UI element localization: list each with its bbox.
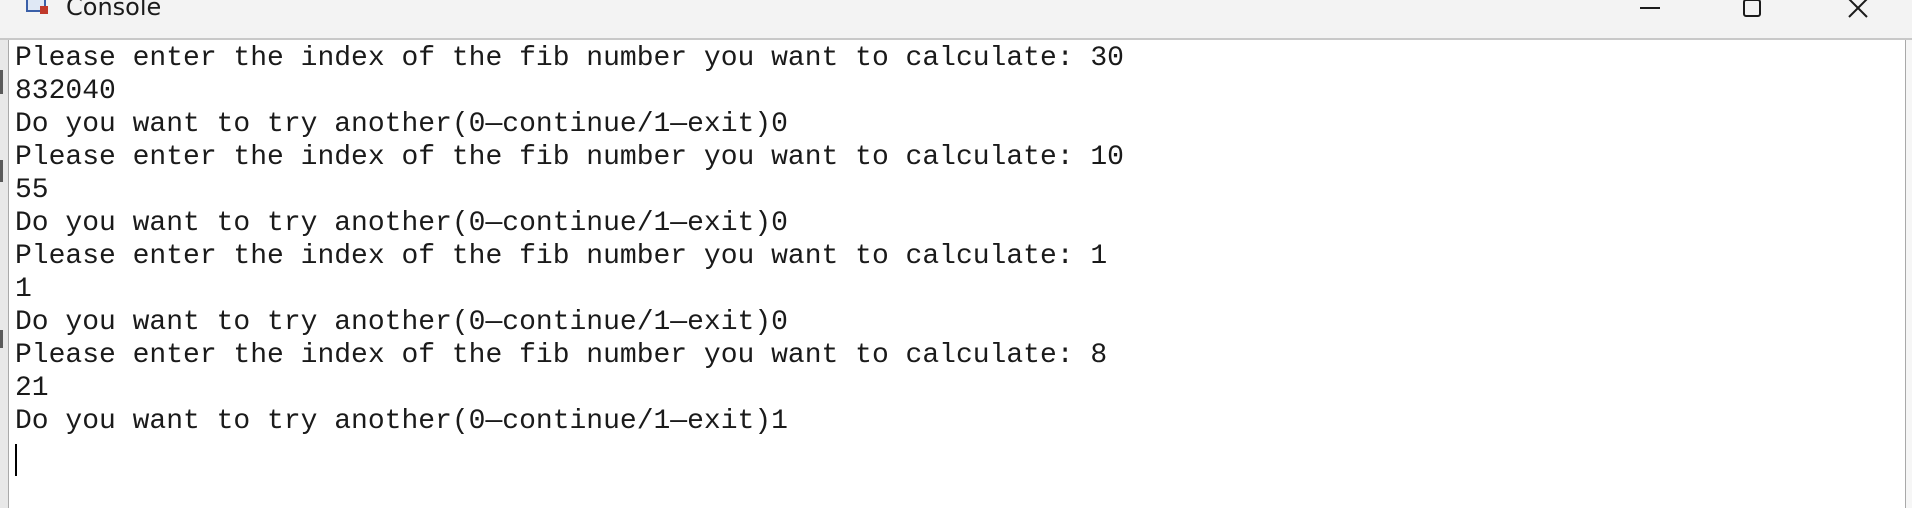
console-line: Please enter the index of the fib number… <box>15 241 1108 272</box>
console-line: 832040 <box>15 76 116 107</box>
console-line: Please enter the index of the fib number… <box>15 43 1124 74</box>
maximize-button[interactable] <box>1706 0 1798 30</box>
console-line: Do you want to try another(0—continue/1—… <box>15 307 788 338</box>
console-line: 1 <box>15 274 32 305</box>
console-line: 55 <box>15 175 49 206</box>
title-bar[interactable]: Console <box>0 0 1912 40</box>
close-icon <box>1846 0 1870 20</box>
close-button[interactable] <box>1812 0 1904 30</box>
edge-mark <box>0 70 3 94</box>
console-line: Please enter the index of the fib number… <box>15 142 1124 173</box>
console-window: Console Please enter the index of the fi… <box>0 0 1912 508</box>
left-window-edge <box>0 0 9 508</box>
minimize-button[interactable] <box>1604 0 1696 30</box>
console-output-area[interactable]: Please enter the index of the fib number… <box>10 42 1900 508</box>
minimize-icon <box>1638 0 1662 20</box>
console-app-icon <box>24 0 50 18</box>
window-title: Console <box>66 0 162 21</box>
text-cursor <box>15 444 17 476</box>
maximize-icon <box>1740 0 1764 20</box>
console-line: Please enter the index of the fib number… <box>15 340 1108 371</box>
console-line: Do you want to try another(0—continue/1—… <box>15 208 788 239</box>
console-line: 21 <box>15 373 49 404</box>
console-line: Do you want to try another(0—continue/1—… <box>15 109 788 140</box>
right-window-edge <box>1905 40 1912 508</box>
console-line: Do you want to try another(0—continue/1—… <box>15 406 788 437</box>
edge-mark <box>0 330 3 348</box>
edge-mark <box>0 160 3 182</box>
